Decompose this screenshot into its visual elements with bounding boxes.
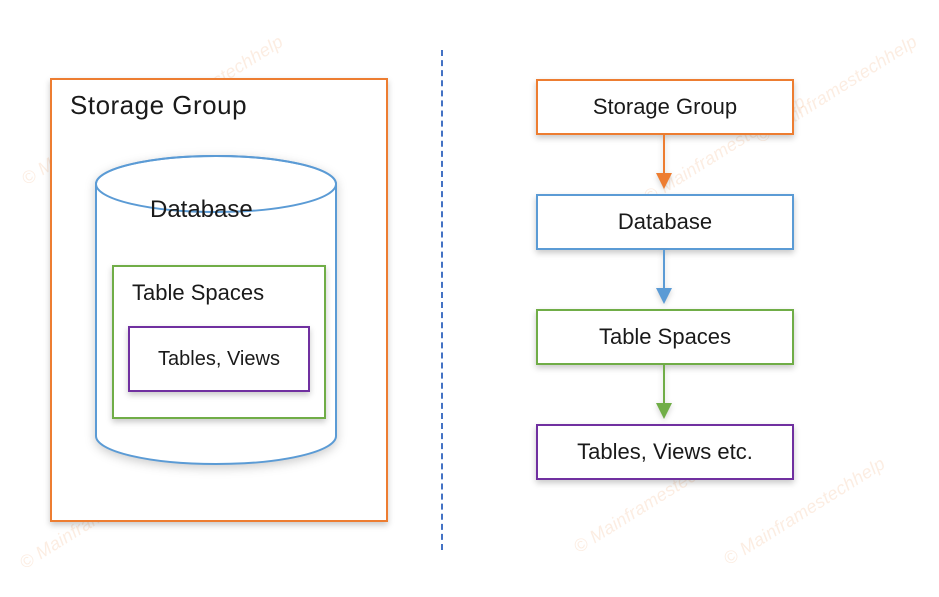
diagram-canvas: © Mainframestechhelp © Mainframestechhel…: [0, 0, 939, 597]
flow-database: Database: [536, 194, 794, 250]
flow-database-label: Database: [618, 209, 712, 235]
vertical-divider: [441, 50, 443, 550]
tables-views-box: Tables, Views: [128, 326, 310, 392]
flow-tables-views-label: Tables, Views etc.: [577, 439, 753, 465]
arrow-icon: [656, 365, 672, 423]
flow-tablespaces-label: Table Spaces: [599, 324, 731, 350]
arrow-icon: [656, 250, 672, 308]
flow-tablespaces: Table Spaces: [536, 309, 794, 365]
tables-views-label: Tables, Views: [158, 348, 280, 371]
tablespaces-label: Table Spaces: [132, 280, 264, 306]
flow-tables-views: Tables, Views etc.: [536, 424, 794, 480]
arrow-icon: [656, 135, 672, 193]
flow-storage-group-label: Storage Group: [593, 94, 737, 120]
database-label: Database: [150, 196, 253, 224]
flow-storage-group: Storage Group: [536, 79, 794, 135]
storage-group-label: Storage Group: [70, 90, 247, 121]
